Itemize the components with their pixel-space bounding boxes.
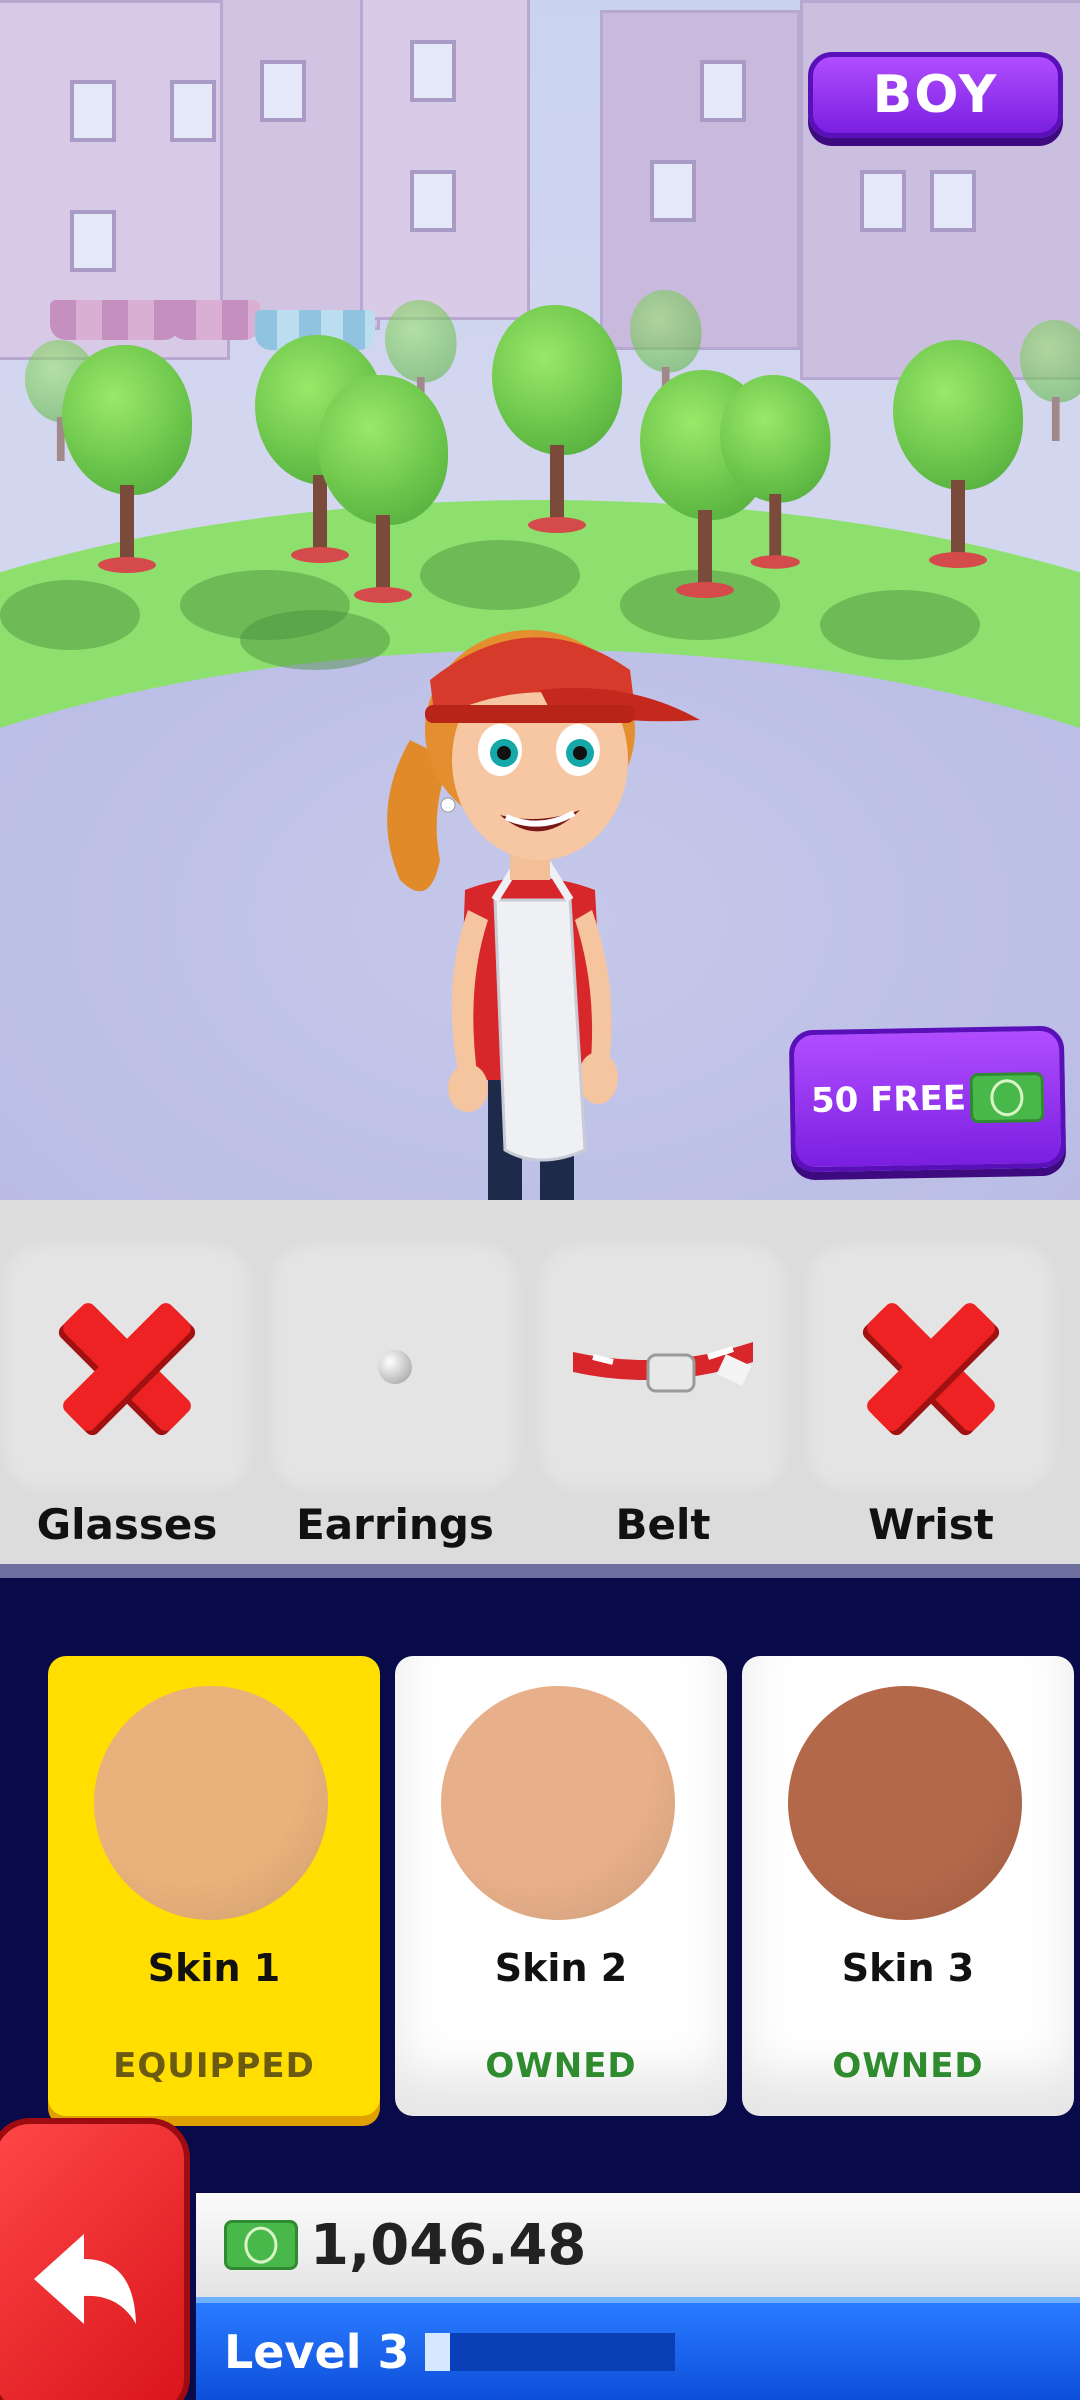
- skin-name: Skin 3: [841, 1946, 975, 1990]
- money-amount: 1,046.48: [310, 2212, 587, 2278]
- skin-card[interactable]: Skin 1 EQUIPPED: [48, 1656, 380, 2116]
- back-arrow-icon: [34, 2234, 136, 2324]
- skin-card[interactable]: Skin 2 OWNED: [395, 1656, 727, 2116]
- building: [220, 0, 380, 330]
- skin-name: Skin 1: [147, 1946, 281, 1990]
- free-cash-label: 50 FREE: [810, 1078, 967, 1122]
- window: [860, 170, 906, 232]
- skin-selection-panel: Skin 1 EQUIPPED Skin 2 OWNED Skin 3 OWNE…: [0, 1592, 1080, 2192]
- accessory-earrings[interactable]: Earrings: [268, 1240, 522, 1549]
- accessory-slot[interactable]: [0, 1240, 254, 1494]
- skin-color-swatch: [94, 1686, 328, 1920]
- skin-status: OWNED: [832, 2046, 984, 2086]
- free-cash-button[interactable]: 50 FREE: [788, 1025, 1067, 1173]
- level-display: Level 3: [196, 2297, 1080, 2400]
- pearl-earring-icon: [378, 1350, 412, 1384]
- xp-progress-bar: [425, 2332, 676, 2371]
- accessory-label: Belt: [615, 1500, 711, 1549]
- skin-name: Skin 2: [494, 1946, 628, 1990]
- window: [70, 210, 116, 272]
- window: [410, 170, 456, 232]
- skin-card[interactable]: Skin 3 OWNED: [742, 1656, 1074, 2116]
- belt-icon: [573, 1342, 753, 1393]
- window: [930, 170, 976, 232]
- character-preview-scene: BOY 50 FREE: [0, 0, 1080, 1200]
- gender-switch-button[interactable]: BOY: [808, 52, 1063, 138]
- accessory-wrist[interactable]: Wrist: [804, 1240, 1058, 1549]
- gender-switch-label: BOY: [872, 65, 999, 125]
- skin-status: EQUIPPED: [113, 2046, 315, 2086]
- window: [170, 80, 216, 142]
- accessory-glasses[interactable]: Glasses: [0, 1240, 254, 1549]
- cash-icon: [224, 2220, 298, 2270]
- xp-progress-fill: [425, 2332, 451, 2371]
- back-button[interactable]: [0, 2118, 190, 2400]
- accessory-label: Glasses: [36, 1500, 218, 1549]
- skin-color-swatch: [788, 1686, 1022, 1920]
- accessory-belt[interactable]: Belt: [536, 1240, 790, 1549]
- tree-shadow: [420, 540, 580, 610]
- red-x-icon: [861, 1297, 1001, 1437]
- window: [700, 60, 746, 122]
- accessory-label: Wrist: [868, 1500, 994, 1549]
- money-display: 1,046.48: [196, 2193, 1080, 2297]
- skin-status: OWNED: [485, 2046, 637, 2086]
- tree-shadow: [240, 610, 390, 670]
- window: [410, 40, 456, 102]
- level-label: Level 3: [224, 2324, 410, 2379]
- window: [70, 80, 116, 142]
- awning: [50, 300, 180, 340]
- accessory-category-strip: Glasses Earrings Belt Wrist: [0, 1200, 1080, 1578]
- red-x-icon: [57, 1297, 197, 1437]
- awning: [170, 300, 260, 340]
- tree-shadow: [0, 580, 140, 650]
- character-avatar: [387, 630, 700, 1200]
- accessory-slot[interactable]: [536, 1240, 790, 1494]
- accessory-slot[interactable]: [804, 1240, 1058, 1494]
- window: [260, 60, 306, 122]
- window: [650, 160, 696, 222]
- tree-shadow: [820, 590, 980, 660]
- accessory-label: Earrings: [296, 1500, 494, 1549]
- skin-color-swatch: [441, 1686, 675, 1920]
- cash-icon: [969, 1071, 1045, 1124]
- accessory-slot[interactable]: [268, 1240, 522, 1494]
